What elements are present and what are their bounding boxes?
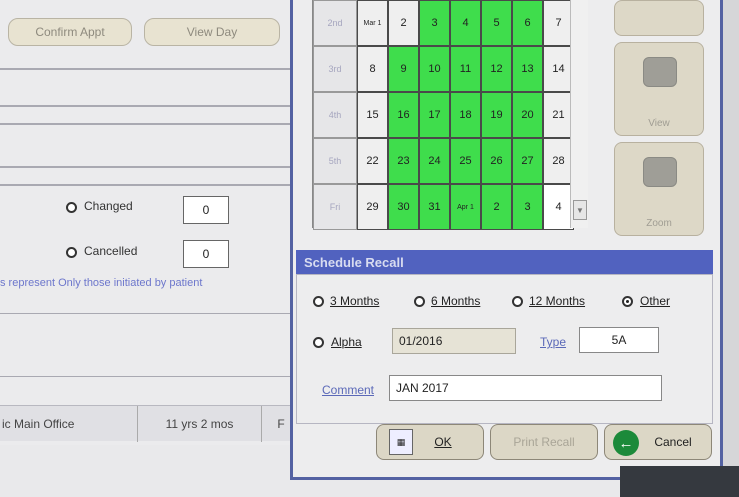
view-button-label: View bbox=[648, 118, 670, 129]
patient-note: s represent Only those initiated by pati… bbox=[0, 277, 203, 289]
twelve-months-label[interactable]: 12 Months bbox=[529, 294, 585, 308]
calendar-day[interactable]: 2 bbox=[388, 0, 419, 46]
status-bar: ic Main Office 11 yrs 2 mos F bbox=[0, 405, 300, 442]
calendar-day[interactable]: 10 bbox=[419, 46, 450, 92]
calendar-day[interactable]: 3 bbox=[419, 0, 450, 46]
calendar-day[interactable]: 31 bbox=[419, 184, 450, 230]
changed-radio[interactable] bbox=[66, 202, 77, 213]
zoom-icon bbox=[643, 157, 677, 187]
six-months-radio[interactable] bbox=[414, 296, 425, 307]
scroll-down-arrow-icon[interactable]: ▼ bbox=[573, 200, 587, 220]
divider bbox=[0, 123, 300, 125]
calendar-day[interactable]: 5 bbox=[481, 0, 512, 46]
week-header: 3rd bbox=[313, 46, 357, 92]
schedule-recall-title: Schedule Recall bbox=[296, 250, 713, 274]
cancelled-count: 0 bbox=[183, 240, 229, 268]
calendar-day[interactable]: 22 bbox=[357, 138, 388, 184]
week-header: Fri bbox=[313, 184, 357, 230]
side-button-top[interactable] bbox=[614, 0, 704, 36]
calendar-day[interactable]: 2 bbox=[481, 184, 512, 230]
divider bbox=[0, 376, 300, 377]
divider bbox=[0, 68, 300, 70]
ok-button-label: OK bbox=[434, 435, 452, 449]
comment-label: Comment bbox=[322, 383, 375, 397]
status-age: 11 yrs 2 mos bbox=[138, 406, 262, 442]
week-header: 5th bbox=[313, 138, 357, 184]
view-day-button[interactable]: View Day bbox=[144, 18, 280, 46]
calendar-day[interactable]: 30 bbox=[388, 184, 419, 230]
calendar-day[interactable]: 11 bbox=[450, 46, 481, 92]
calendar-day[interactable]: 13 bbox=[512, 46, 543, 92]
calendar-day[interactable]: 17 bbox=[419, 92, 450, 138]
calendar-day[interactable]: 9 bbox=[388, 46, 419, 92]
calendar-day[interactable]: 29 bbox=[357, 184, 388, 230]
calendar-day[interactable]: 16 bbox=[388, 92, 419, 138]
three-months-label[interactable]: 3 Months bbox=[330, 294, 379, 308]
cancel-button-label: Cancel bbox=[654, 435, 692, 449]
ok-button[interactable]: ▦ OK bbox=[376, 424, 484, 460]
print-recall-label: Print Recall bbox=[513, 435, 575, 449]
calendar-day[interactable]: 24 bbox=[419, 138, 450, 184]
calendar-day[interactable]: 3 bbox=[512, 184, 543, 230]
other-radio[interactable] bbox=[622, 296, 633, 307]
cancel-button[interactable]: ← Cancel bbox=[604, 424, 712, 460]
cancelled-label: Cancelled bbox=[84, 244, 138, 258]
print-recall-button[interactable]: Print Recall bbox=[490, 424, 598, 460]
calendar-day[interactable]: 26 bbox=[481, 138, 512, 184]
other-label[interactable]: Other bbox=[640, 294, 670, 308]
calendar-day[interactable]: 27 bbox=[512, 138, 543, 184]
view-icon bbox=[643, 57, 677, 87]
type-label: Type bbox=[540, 335, 567, 349]
calendar-day[interactable]: 18 bbox=[450, 92, 481, 138]
three-months-radio[interactable] bbox=[313, 296, 324, 307]
calendar-day[interactable]: 15 bbox=[357, 92, 388, 138]
six-months-label[interactable]: 6 Months bbox=[431, 294, 480, 308]
week-header: 4th bbox=[313, 92, 357, 138]
alpha-label: Alpha bbox=[331, 335, 362, 349]
comment-field[interactable]: JAN 2017 bbox=[389, 375, 662, 401]
alpha-date-field[interactable]: 01/2016 bbox=[392, 328, 516, 354]
calendar-day[interactable]: Mar 1 bbox=[357, 0, 388, 46]
divider bbox=[0, 184, 300, 186]
calendar-day[interactable]: Apr 1 bbox=[450, 184, 481, 230]
divider bbox=[0, 313, 300, 314]
back-arrow-icon: ← bbox=[613, 430, 639, 456]
calendar-day[interactable]: 12 bbox=[481, 46, 512, 92]
twelve-months-radio[interactable] bbox=[512, 296, 523, 307]
type-field[interactable]: 5A bbox=[579, 327, 659, 353]
zoom-button-label: Zoom bbox=[646, 218, 672, 229]
week-header: 2nd bbox=[313, 0, 357, 46]
calendar-icon: ▦ bbox=[389, 429, 413, 455]
cancelled-radio[interactable] bbox=[66, 247, 77, 258]
calendar-day[interactable]: 23 bbox=[388, 138, 419, 184]
background-window bbox=[0, 0, 300, 445]
alpha-radio[interactable] bbox=[313, 337, 324, 348]
calendar-day[interactable]: 20 bbox=[512, 92, 543, 138]
calendar-grid: 2nd 3rd 4th 5th Fri Mar 1 2 3 4 5 6 7 8 9 10 11 12 13 14 15… bbox=[312, 0, 588, 230]
divider bbox=[0, 166, 300, 168]
confirm-appt-button[interactable]: Confirm Appt bbox=[8, 18, 132, 46]
calendar-day[interactable]: 8 bbox=[357, 46, 388, 92]
calendar-scrollbar[interactable] bbox=[570, 0, 588, 228]
calendar-day[interactable]: 6 bbox=[512, 0, 543, 46]
changed-count: 0 bbox=[183, 196, 229, 224]
desktop-corner bbox=[620, 466, 739, 497]
view-button[interactable]: View bbox=[614, 42, 704, 136]
divider bbox=[0, 105, 300, 107]
status-office: ic Main Office bbox=[0, 406, 138, 442]
calendar-day[interactable]: 25 bbox=[450, 138, 481, 184]
changed-label: Changed bbox=[84, 199, 133, 213]
calendar-day[interactable]: 19 bbox=[481, 92, 512, 138]
calendar-day[interactable]: 4 bbox=[450, 0, 481, 46]
desktop-edge bbox=[723, 0, 739, 497]
zoom-button[interactable]: Zoom bbox=[614, 142, 704, 236]
